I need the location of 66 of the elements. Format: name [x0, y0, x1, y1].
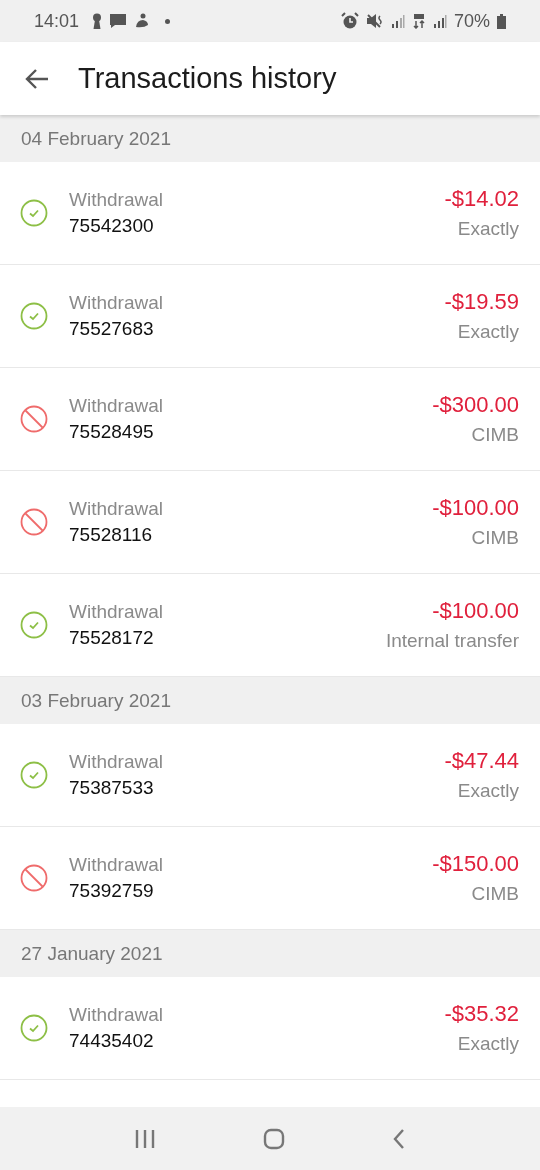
transaction-amount: -$19.59: [444, 289, 519, 315]
transaction-row[interactable]: Withdrawal 75528116 -$100.00 CIMB: [0, 471, 540, 574]
transaction-amount: -$47.44: [444, 748, 519, 774]
signal-icon: [432, 14, 447, 28]
message-icon: [109, 13, 128, 29]
alarm-icon: [340, 12, 359, 30]
mute-icon: [365, 13, 384, 29]
back-icon[interactable]: [392, 1127, 407, 1150]
transaction-type: Withdrawal: [69, 395, 164, 417]
prohibited-icon: [20, 405, 48, 433]
keyhole-icon: [92, 13, 103, 29]
transaction-type: Withdrawal: [69, 854, 164, 876]
data-arrows-icon: [411, 13, 426, 29]
transaction-amount: -$150.00: [432, 851, 519, 877]
payment-method: CIMB: [471, 527, 519, 549]
transaction-amount: -$35.32: [444, 1001, 519, 1027]
battery-percent: 70%: [453, 10, 490, 32]
transaction-id: 75392759: [69, 880, 155, 902]
transaction-id: 75387533: [69, 777, 155, 799]
payment-method: Exactly: [457, 1033, 519, 1055]
status-time: 14:01: [34, 10, 80, 32]
transaction-id: 74435402: [69, 1030, 155, 1052]
back-arrow-icon[interactable]: [24, 67, 50, 90]
transaction-type: Withdrawal: [69, 1004, 164, 1026]
battery-icon: [497, 13, 506, 29]
transaction-type: Withdrawal: [69, 292, 164, 314]
figure-icon: [134, 13, 151, 29]
notification-dot-icon: [165, 18, 171, 24]
date-header: 04 February 2021: [0, 115, 540, 162]
transaction-row[interactable]: Withdrawal 75528495 -$300.00 CIMB: [0, 368, 540, 471]
transaction-row[interactable]: Withdrawal 75387533 -$47.44 Exactly: [0, 724, 540, 827]
transaction-amount: -$100.00: [432, 598, 519, 624]
prohibited-icon: [20, 508, 48, 536]
transaction-id: 75528495: [69, 421, 155, 443]
transaction-row[interactable]: Withdrawal 74435402 -$35.32 Exactly: [0, 977, 540, 1080]
payment-method: Exactly: [457, 321, 519, 343]
transaction-id: 75528116: [69, 524, 154, 546]
page-title: Transactions history: [78, 62, 337, 95]
prohibited-icon: [20, 864, 48, 892]
transaction-type: Withdrawal: [69, 189, 164, 211]
transaction-type: Withdrawal: [69, 601, 164, 623]
payment-method: Internal transfer: [385, 630, 519, 652]
recent-apps-icon[interactable]: [133, 1128, 156, 1149]
payment-method: Exactly: [457, 218, 519, 240]
check-circle-icon: [20, 302, 48, 330]
payment-method: CIMB: [471, 424, 519, 446]
transaction-amount: -$300.00: [432, 392, 519, 418]
transaction-row[interactable]: Withdrawal 75542300 -$14.02 Exactly: [0, 162, 540, 265]
transaction-id: 75528172: [69, 627, 155, 649]
transaction-id: 75527683: [69, 318, 155, 340]
transaction-type: Withdrawal: [69, 751, 164, 773]
transaction-type: Withdrawal: [69, 498, 164, 520]
signal-icon: [390, 14, 405, 28]
transaction-row[interactable]: Withdrawal 75527683 -$19.59 Exactly: [0, 265, 540, 368]
transaction-amount: -$14.02: [444, 186, 519, 212]
home-icon[interactable]: [263, 1127, 285, 1150]
transaction-amount: -$100.00: [432, 495, 519, 521]
check-circle-icon: [20, 1014, 48, 1042]
check-circle-icon: [20, 761, 48, 789]
date-header: 27 January 2021: [0, 930, 540, 977]
check-circle-icon: [20, 199, 48, 227]
transaction-id: 75542300: [69, 215, 155, 237]
check-circle-icon: [20, 611, 48, 639]
payment-method: CIMB: [471, 883, 519, 905]
payment-method: Exactly: [457, 780, 519, 802]
date-header: 03 February 2021: [0, 677, 540, 724]
